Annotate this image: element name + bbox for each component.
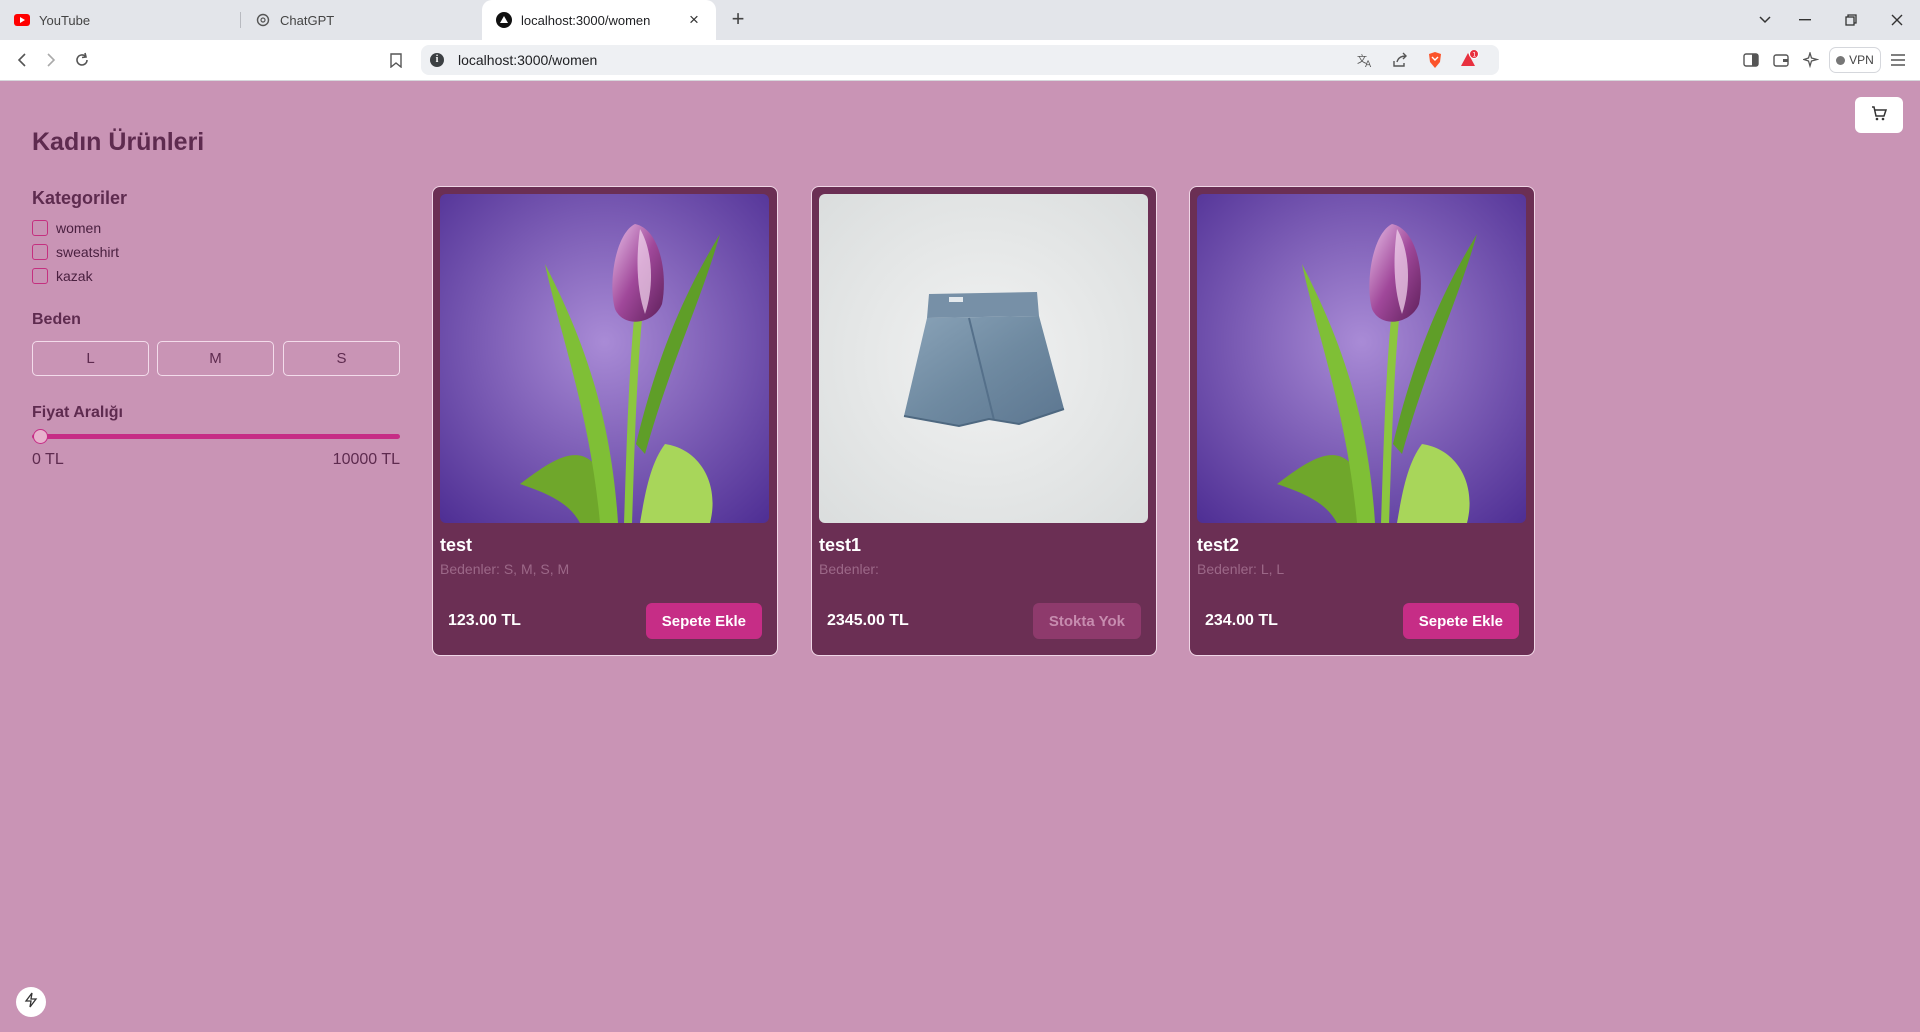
translate-icon[interactable]: 文A [1355,50,1375,70]
category-kazak[interactable]: kazak [32,268,93,284]
forward-arrow-icon[interactable] [39,48,63,72]
lightning-bolt-icon [24,992,38,1013]
cart-button[interactable] [1855,97,1903,133]
browser-tab-bar: YouTube ChatGPT localhost:3000/women × + [0,0,1920,40]
size-button-s[interactable]: S [283,341,400,376]
product-card[interactable]: test2 Bedenler: L, L 234.00 TL Sepete Ek… [1189,186,1535,656]
add-to-cart-button[interactable]: Sepete Ekle [645,603,762,639]
product-name[interactable]: test2 [1197,535,1239,556]
sidebar-toggle-icon[interactable] [1739,48,1763,72]
vpn-button[interactable]: VPN [1829,47,1881,73]
vpn-label: VPN [1849,53,1874,67]
categories-heading: Kategoriler [32,188,128,208]
wallet-icon[interactable] [1769,48,1793,72]
address-bar[interactable]: i localhost:3000/women 文A 1 [421,45,1499,75]
price-slider-thumb[interactable] [33,429,48,444]
vpn-status-icon [1836,55,1846,65]
tab-title: ChatGPT [280,12,335,28]
app-triangle-icon [496,12,512,28]
leo-ai-icon[interactable] [1799,48,1823,72]
size-button-m[interactable]: M [157,341,274,376]
tab-youtube[interactable]: YouTube [0,0,240,40]
reload-icon[interactable] [70,48,94,72]
close-window-icon[interactable] [1882,8,1912,32]
category-women[interactable]: women [32,220,101,236]
back-arrow-icon[interactable] [10,48,34,72]
add-to-cart-button[interactable]: Sepete Ekle [1402,603,1519,639]
product-name[interactable]: test [440,535,472,556]
product-name[interactable]: test1 [819,535,861,556]
shopping-cart-icon [1871,105,1888,126]
new-tab-button[interactable]: + [726,8,750,32]
youtube-icon [14,12,30,28]
chatgpt-icon [255,12,271,28]
price-min-label: 0 TL [32,451,64,468]
product-card[interactable]: test1 Bedenler: 2345.00 TL Stokta Yok [811,186,1157,656]
notification-count: 1 [1472,50,1476,58]
restore-icon[interactable] [1836,8,1866,32]
category-label: sweatshirt [56,244,120,260]
category-label: kazak [56,268,93,284]
minimize-icon[interactable] [1790,8,1820,32]
brave-shields-icon[interactable] [1425,50,1445,70]
tab-chatgpt[interactable]: ChatGPT [241,0,481,40]
size-button-l[interactable]: L [32,341,149,376]
product-price: 2345.00 TL [827,612,909,629]
tab-search-chevron-icon[interactable] [1750,8,1780,32]
product-price: 234.00 TL [1205,612,1278,629]
bookmark-icon[interactable] [384,48,408,72]
page-title: Kadın Ürünleri [32,128,205,156]
tab-title: localhost:3000/women [521,12,651,28]
price-range-heading: Fiyat Aralığı [32,404,123,421]
product-sizes: Bedenler: L, L [1197,561,1285,577]
tab-title: YouTube [39,12,91,28]
out-of-stock-button[interactable]: Stokta Yok [1032,603,1141,639]
category-checkbox[interactable] [32,244,48,260]
category-label: women [56,220,102,236]
product-card[interactable]: test Bedenler: S, M, S, M 123.00 TL Sepe… [432,186,778,656]
category-checkbox[interactable] [32,220,48,236]
browser-toolbar: i localhost:3000/women 文A 1 VPN [0,40,1920,81]
dev-tools-button[interactable] [16,987,46,1017]
product-image-tulip[interactable] [440,194,769,523]
size-heading: Beden [32,311,81,328]
product-sizes: Bedenler: [819,561,879,577]
price-slider-track[interactable] [32,434,400,439]
category-sweatshirt[interactable]: sweatshirt [32,244,119,260]
product-sizes: Bedenler: S, M, S, M [440,561,570,577]
tab-localhost-women[interactable]: localhost:3000/women × [482,0,716,40]
svg-text:A: A [1365,60,1372,68]
site-info-icon[interactable]: i [430,53,444,67]
category-checkbox[interactable] [32,268,48,284]
brave-rewards-icon[interactable]: 1 [1459,50,1479,70]
price-max-label: 10000 TL [332,451,400,468]
product-image-denim-skirt[interactable] [819,194,1148,523]
close-tab-icon[interactable]: × [686,11,702,28]
product-price: 123.00 TL [448,612,521,629]
url-text[interactable]: localhost:3000/women [458,52,597,68]
product-image-tulip[interactable] [1197,194,1526,523]
share-icon[interactable] [1390,50,1410,70]
menu-hamburger-icon[interactable] [1886,48,1910,72]
